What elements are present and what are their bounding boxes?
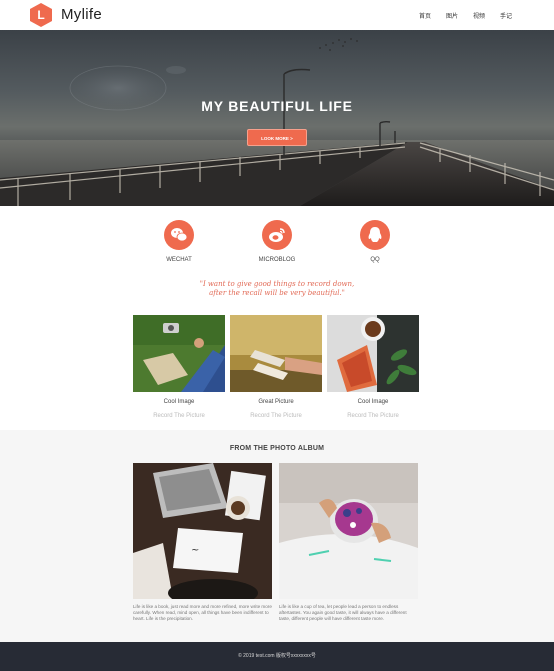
photo-title-1: Cool Image	[163, 399, 195, 405]
wechat-icon[interactable]	[164, 220, 194, 250]
photo-subtitle-1: Record The Picture	[153, 413, 205, 419]
weibo-icon[interactable]	[262, 220, 292, 250]
quote-line-1: "I want to give good things to record do…	[199, 280, 355, 288]
nav-item-videos[interactable]: 视频	[473, 11, 485, 20]
photo-cool-image-1[interactable]	[133, 315, 225, 392]
nav-item-home[interactable]: 首页	[419, 11, 431, 20]
photo-subtitle-3: Record The Picture	[347, 413, 399, 419]
logo-letter: L	[37, 8, 45, 22]
social-label-microblog: MICROBLOG	[258, 257, 296, 263]
nav-item-pictures[interactable]: 图片	[446, 11, 458, 20]
hero-banner: MY BEAUTIFUL LIFE LOOK MORE >	[0, 30, 554, 206]
social-wechat: WECHAT	[149, 220, 209, 263]
social-qq: QQ	[345, 220, 405, 263]
album-image-desk[interactable]: ~	[133, 463, 272, 599]
look-more-button[interactable]: LOOK MORE >	[247, 129, 307, 146]
social-weibo: MICROBLOG	[247, 220, 307, 263]
qq-icon[interactable]	[360, 220, 390, 250]
site-header: L Mylife 首页 图片 视频 手记	[0, 0, 554, 30]
svg-text:~: ~	[191, 545, 199, 556]
photo-great-picture[interactable]	[230, 315, 322, 392]
album-text-1: Life is like a book, just read more and …	[133, 604, 272, 621]
album-text-2: Life is like a cup of tea, let people le…	[279, 604, 407, 621]
quote-line-2: after the recall will be very beautiful.…	[209, 289, 345, 297]
logo-icon[interactable]: L	[30, 3, 52, 27]
brand-name[interactable]: Mylife	[61, 6, 102, 23]
album-title: FROM THE PHOTO ALBUM	[229, 445, 325, 452]
album-image-drink[interactable]	[279, 463, 418, 599]
nav-item-notes[interactable]: 手记	[500, 11, 512, 20]
photo-title-2: Great Picture	[258, 399, 294, 405]
photo-title-3: Cool Image	[357, 399, 389, 405]
social-label-qq: QQ	[370, 257, 380, 263]
social-label-wechat: WECHAT	[166, 257, 192, 263]
photo-subtitle-2: Record The Picture	[250, 413, 302, 419]
photo-cool-image-2[interactable]	[327, 315, 419, 392]
main-nav: 首页 图片 视频 手记	[419, 11, 512, 20]
hero-title: MY BEAUTIFUL LIFE	[201, 98, 353, 114]
hero-pier-scene	[0, 38, 554, 206]
quote-text: "I want to give good things to record do…	[0, 280, 554, 298]
photo-album-section	[0, 430, 554, 642]
footer-copyright: © 2019 test.com 版权号xxxxxxxx号	[238, 653, 316, 659]
